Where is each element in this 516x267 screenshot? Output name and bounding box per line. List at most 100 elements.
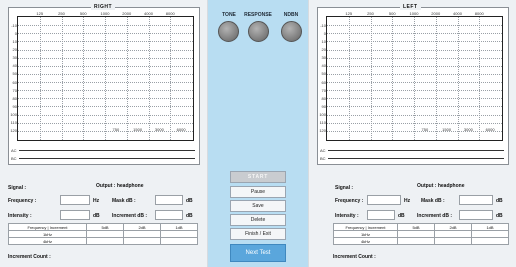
table-header-cell: 5dB [86, 223, 124, 231]
table-header-row: Frequency | Increment 5dB 2dB 1dB [8, 223, 198, 231]
grid-line-vertical [105, 17, 106, 140]
grid-line-horizontal [18, 25, 193, 27]
frequency-tick-label: 1000 [100, 11, 110, 16]
table-cell [86, 237, 124, 245]
grid-line-vertical [39, 17, 41, 140]
grid-line-horizontal [327, 122, 502, 124]
grid-line-horizontal [18, 73, 193, 75]
db-tick-label: 80 [321, 95, 326, 101]
table-header-cell: 2dB [123, 223, 161, 231]
db-tick-label: 30 [321, 55, 326, 61]
frequency-tick-label: 250 [58, 11, 65, 16]
grid-line-vertical [414, 17, 415, 140]
pause-button[interactable]: Pause [230, 186, 286, 198]
table-header-cell: 1dB [160, 223, 198, 231]
table-cell [160, 230, 198, 238]
grid-line-horizontal [327, 130, 502, 132]
table-row-label: 4kHz [8, 237, 87, 245]
right-increment-table: Frequency | Increment 5dB 2dB 1dB 1kHz 4… [8, 223, 198, 245]
frequency-tick-label: 250 [367, 11, 374, 16]
right-frequency-label: Frequency : [8, 198, 37, 204]
left-bc-line [328, 158, 504, 159]
right-increment-count-label: Increment Count : [8, 254, 51, 260]
left-intensity-input[interactable] [367, 210, 395, 220]
next-test-button[interactable]: Next Test [230, 244, 286, 262]
right-bc-line [19, 158, 195, 159]
db-tick-label: 40 [321, 63, 326, 69]
left-mask-input[interactable] [459, 195, 493, 205]
db-tick-label: 20 [12, 47, 17, 53]
left-audiogram-graph[interactable]: 125 250 500 1000 2000 4000 8000 750 1500 3000 6000… [319, 11, 503, 141]
left-increment-input[interactable] [459, 210, 493, 220]
table-row: 1kHz [8, 230, 198, 238]
right-intensity-unit: dB [93, 213, 100, 219]
left-ac-line [328, 150, 504, 151]
table-row-label: 1kHz [8, 230, 87, 238]
right-intensity-input[interactable] [60, 210, 90, 220]
table-header-row: Frequency | Increment 5dB 2dB 1dB [333, 223, 509, 231]
grid-line-horizontal [18, 106, 193, 108]
right-mask-input[interactable] [155, 195, 183, 205]
grid-line-horizontal [327, 114, 502, 116]
grid-line-horizontal [327, 25, 502, 27]
db-tick-label: 100 [10, 112, 17, 118]
save-button[interactable]: Save [230, 200, 286, 212]
delete-button[interactable]: Delete [230, 214, 286, 226]
right-ac-label: AC [11, 148, 17, 153]
right-signal-label: Signal : [8, 185, 27, 191]
table-cell [123, 237, 161, 245]
db-tick-label: 70 [321, 87, 326, 93]
db-tick-label: 90 [321, 103, 326, 109]
left-ear-panel: LEFT 125 250 500 1000 2000 4000 8000 750 1500 300… [308, 0, 516, 267]
start-button[interactable]: START [230, 171, 286, 183]
grid-line-horizontal [18, 98, 193, 100]
left-panel-title: LEFT [400, 4, 421, 10]
table-row: 4kHz [8, 237, 198, 245]
right-bc-label: BC [11, 156, 17, 161]
left-mask-unit: dB [496, 198, 503, 204]
db-tick-label: 70 [12, 87, 17, 93]
grid-line-horizontal [18, 122, 193, 124]
frequency-tick-label: 4000 [453, 11, 462, 16]
table-header-cell: Frequency | Increment [8, 223, 87, 231]
grid-line-horizontal [18, 114, 193, 116]
grid-line-vertical [126, 17, 128, 140]
frequency-tick-label: 2000 [431, 11, 441, 16]
grid-line-horizontal [327, 98, 502, 100]
table-cell [397, 237, 435, 245]
db-tick-label: 50 [321, 71, 326, 77]
right-mask-unit: dB [186, 198, 193, 204]
right-increment-input[interactable] [155, 210, 183, 220]
frequency-tick-label: 8000 [474, 11, 484, 16]
table-cell [123, 230, 161, 238]
left-frequency-unit: Hz [404, 198, 411, 204]
grid-line-vertical [148, 17, 150, 140]
right-mask-label: Mask dB : [112, 198, 136, 204]
frequency-tick-label: 1000 [409, 11, 419, 16]
right-output-label: Output : headphone [96, 183, 144, 189]
grid-line-vertical [479, 17, 481, 140]
frequency-tick-label: 125 [36, 11, 44, 16]
grid-line-horizontal [327, 73, 502, 75]
frequency-tick-label: 4000 [144, 11, 153, 16]
db-tick-label: -10 [11, 22, 17, 28]
table-cell [397, 230, 435, 238]
db-tick-label: 90 [12, 103, 17, 109]
table-cell [434, 230, 472, 238]
left-increment-unit: dB [496, 213, 503, 219]
right-ear-panel: RIGHT 125 250 500 1000 2000 4000 8000 750 1500 30… [0, 0, 208, 267]
db-tick-label: 120 [319, 128, 326, 134]
db-tick-label: 110 [10, 120, 17, 126]
left-frequency-input[interactable] [367, 195, 401, 205]
frequency-tick-label: 500 [388, 11, 396, 16]
table-row-label: 1kHz [333, 230, 398, 238]
finish-exit-button[interactable]: Finish / Exit [230, 228, 286, 240]
grid-line-horizontal [18, 41, 193, 43]
left-ac-label: AC [320, 148, 326, 153]
grid-line-vertical [348, 17, 350, 140]
db-tick-label: 0 [14, 30, 17, 36]
right-audiogram-graph[interactable]: 125 250 500 1000 2000 4000 8000 750 1500 3000 6000… [10, 11, 194, 141]
right-frequency-input[interactable] [60, 195, 90, 205]
grid-line-horizontal [327, 49, 502, 51]
grid-line-horizontal [327, 65, 502, 67]
